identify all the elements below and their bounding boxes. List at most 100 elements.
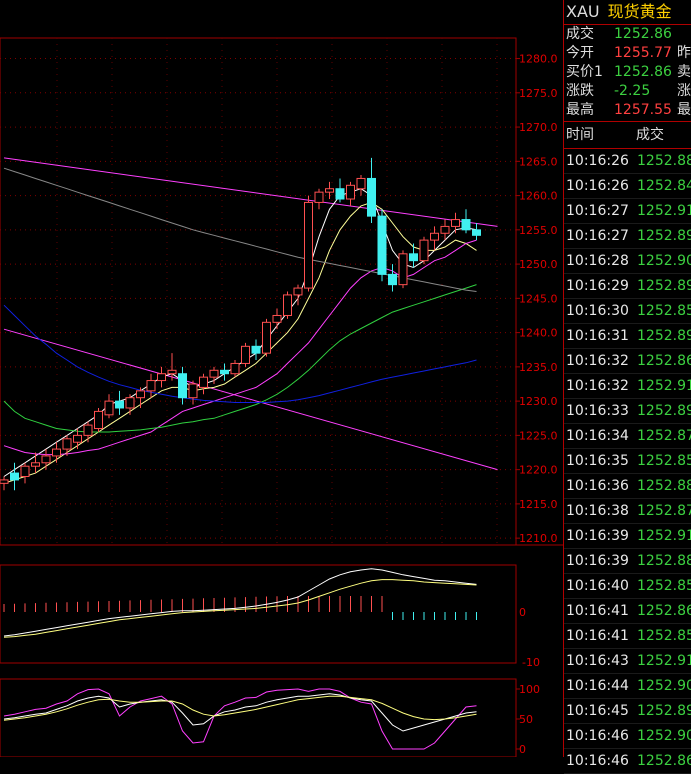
candle-down — [472, 229, 481, 236]
tick-row[interactable]: 10:16:32 1252.86 — [564, 349, 691, 374]
tick-price: 1252.85 — [637, 578, 691, 594]
tick-row[interactable]: 10:16:31 1252.89 — [564, 324, 691, 349]
tick-price: 1252.89 — [637, 703, 691, 719]
tick-row[interactable]: 10:16:28 1252.90 — [564, 249, 691, 274]
moving-average-line — [3, 284, 477, 433]
tick-row[interactable]: 10:16:46 1252.86 — [564, 749, 691, 774]
candle-up — [20, 465, 30, 477]
candle-up — [293, 287, 303, 296]
candle-up — [62, 438, 72, 450]
candle-up — [241, 345, 250, 364]
tick-row[interactable]: 10:16:26 1252.84 — [564, 174, 691, 199]
tick-time: 10:16:46 — [566, 728, 629, 744]
tick-row[interactable]: 10:16:45 1252.89 — [564, 699, 691, 724]
quote-right-label: 卖 — [677, 64, 691, 80]
tick-time: 10:16:35 — [566, 453, 629, 469]
tick-price: 1252.89 — [637, 328, 691, 344]
ticks-price-header: 成交 — [636, 127, 664, 143]
tick-time: 10:16:39 — [566, 528, 629, 544]
tick-row[interactable]: 10:16:27 1252.91 — [564, 199, 691, 224]
tick-row[interactable]: 10:16:43 1252.91 — [564, 649, 691, 674]
tick-price: 1252.89 — [637, 228, 691, 244]
tick-row[interactable]: 10:16:32 1252.91 — [564, 374, 691, 399]
quote-value: 1255.77 — [614, 45, 672, 61]
tick-price: 1252.87 — [637, 503, 691, 519]
moving-average-line — [3, 304, 477, 403]
tick-price: 1252.87 — [637, 428, 691, 444]
candle-up — [440, 225, 450, 234]
tick-row[interactable]: 10:16:30 1252.85 — [564, 299, 691, 324]
tick-price: 1252.90 — [637, 728, 691, 744]
tick-row[interactable]: 10:16:39 1252.88 — [564, 549, 691, 574]
tick-row[interactable]: 10:16:39 1252.91 — [564, 524, 691, 549]
candle-up — [398, 253, 408, 286]
tick-row[interactable]: 10:16:34 1252.87 — [564, 424, 691, 449]
tick-time: 10:16:31 — [566, 328, 629, 344]
tick-price: 1252.85 — [637, 628, 691, 644]
quote-value: -2.25 — [614, 83, 651, 99]
quote-right-label: 最 — [677, 102, 691, 118]
quote-label: 最高 — [566, 102, 594, 118]
quote-label: 买价1 — [566, 64, 603, 80]
quote-value: 1252.86 — [614, 64, 672, 80]
tick-row[interactable]: 10:16:36 1252.88 — [564, 474, 691, 499]
tick-row[interactable]: 10:16:26 1252.88 — [564, 149, 691, 174]
tick-price: 1252.89 — [637, 278, 691, 294]
trend-line — [3, 328, 498, 471]
tick-time: 10:16:30 — [566, 303, 629, 319]
tick-time: 10:16:39 — [566, 553, 629, 569]
candle-down — [251, 345, 261, 354]
tick-time: 10:16:41 — [566, 603, 629, 619]
tick-price: 1252.85 — [637, 303, 691, 319]
macd-axis-label: -10 — [522, 656, 540, 669]
tick-price: 1252.91 — [637, 203, 691, 219]
candle-up — [125, 397, 135, 409]
quote-value: 1257.55 — [614, 102, 672, 118]
tick-row[interactable]: 10:16:33 1252.89 — [564, 399, 691, 424]
candle-down — [115, 400, 124, 409]
tick-row[interactable]: 10:16:29 1252.89 — [564, 274, 691, 299]
tick-time: 10:16:43 — [566, 653, 629, 669]
tick-row[interactable]: 10:16:35 1252.85 — [564, 449, 691, 474]
kdj-j-line — [3, 688, 477, 750]
quote-row: 涨跌 -2.25 涨 — [564, 82, 691, 101]
tick-price: 1252.91 — [637, 653, 691, 669]
quote-row: 买价1 1252.86 卖 — [564, 63, 691, 82]
price-axis-label: 1240.0 — [519, 327, 558, 340]
price-axis-label: 1215.0 — [519, 498, 558, 511]
tick-price: 1252.86 — [637, 753, 691, 769]
tick-row[interactable]: 10:16:38 1252.87 — [564, 499, 691, 524]
candle-up — [52, 448, 61, 457]
tick-row[interactable]: 10:16:44 1252.90 — [564, 674, 691, 699]
quote-label: 成交 — [566, 26, 594, 42]
price-axis-label: 1255.0 — [519, 224, 558, 237]
quote-label: 涨跌 — [566, 83, 594, 99]
symbol-header[interactable]: XAU 现货黄金 — [564, 0, 691, 25]
tick-row[interactable]: 10:16:41 1252.85 — [564, 624, 691, 649]
tick-row[interactable]: 10:16:46 1252.90 — [564, 724, 691, 749]
tick-row[interactable]: 10:16:27 1252.89 — [564, 224, 691, 249]
price-axis-label: 1230.0 — [519, 395, 558, 408]
price-axis-label: 1270.0 — [519, 121, 558, 134]
tick-row[interactable]: 10:16:41 1252.86 — [564, 599, 691, 624]
quote-row: 最高 1257.55 最 — [564, 101, 691, 120]
tick-price: 1252.89 — [637, 403, 691, 419]
kline-chart-area[interactable]: 1280.0 1275.0 1270.0 1265.0 1260.0 1255.0 1250… — [0, 0, 563, 757]
tick-price: 1252.88 — [637, 478, 691, 494]
tick-price: 1252.91 — [637, 528, 691, 544]
candle-down — [377, 215, 387, 275]
candle-up — [167, 369, 177, 375]
price-axis-label: 1220.0 — [519, 464, 558, 477]
candle-up — [0, 479, 9, 484]
tick-time: 10:16:41 — [566, 628, 629, 644]
tick-time: 10:16:38 — [566, 503, 629, 519]
candle-up — [209, 369, 219, 378]
price-axis-label: 1265.0 — [519, 155, 558, 168]
tick-row[interactable]: 10:16:40 1252.85 — [564, 574, 691, 599]
tick-time: 10:16:26 — [566, 153, 629, 169]
candle-up — [262, 321, 271, 354]
tick-list[interactable]: 10:16:26 1252.88 10:16:26 1252.84 10:16:27 12… — [564, 149, 691, 774]
kline-chart[interactable]: 1280.0 1275.0 1270.0 1265.0 1260.0 1255.0 1250… — [0, 0, 563, 757]
candle-up — [451, 219, 460, 227]
tick-time: 10:16:36 — [566, 478, 629, 494]
